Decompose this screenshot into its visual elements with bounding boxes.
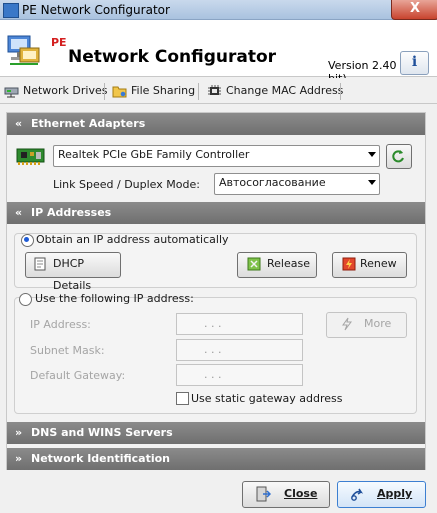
toolbar-divider xyxy=(340,83,341,100)
toolbar-divider xyxy=(198,83,199,100)
section-ip-addresses[interactable]: « IP Addresses xyxy=(7,202,425,224)
document-icon xyxy=(34,257,46,271)
toolbar-label: Change MAC Address xyxy=(226,84,344,97)
chevron-up-icon: « xyxy=(15,206,23,219)
info-icon: i xyxy=(411,54,418,70)
default-gateway-field[interactable]: . . . xyxy=(176,364,303,386)
door-exit-icon xyxy=(256,486,271,502)
toolbar-divider xyxy=(104,83,105,100)
chevron-down-icon xyxy=(368,152,376,157)
auto-ip-label: Obtain an IP address automatically xyxy=(36,233,229,246)
app-header: PE Network Configurator Version 2.40 (64… xyxy=(0,20,437,85)
folder-share-icon xyxy=(112,86,127,98)
toolbar-label: Network Drives xyxy=(23,84,108,97)
apply-link-icon xyxy=(351,488,364,501)
close-button[interactable]: Close xyxy=(242,481,330,508)
chevron-down-icon xyxy=(368,180,376,185)
auto-ip-radio[interactable] xyxy=(21,234,34,247)
info-button[interactable]: i xyxy=(400,51,429,75)
pe-prefix: PE xyxy=(51,36,67,49)
manual-ip-label: Use the following IP address: xyxy=(35,292,194,305)
toolbar-change-mac[interactable]: Change MAC Address xyxy=(207,81,343,101)
config-panel: « Ethernet Adapters Realtek PCIe GbE Fam… xyxy=(6,112,426,470)
lightning-icon xyxy=(342,317,352,331)
static-gateway-checkbox[interactable] xyxy=(176,392,189,405)
toolbar-network-drives[interactable]: Network Drives xyxy=(4,81,107,101)
more-button[interactable]: More xyxy=(326,312,407,338)
window-title: PE Network Configurator xyxy=(22,3,170,17)
mac-chip-icon xyxy=(208,85,221,95)
renew-button[interactable]: Renew xyxy=(332,252,407,278)
link-speed-select[interactable]: Автосогласование xyxy=(214,173,380,195)
default-gateway-label: Default Gateway: xyxy=(30,369,126,382)
subnet-mask-field[interactable]: . . . xyxy=(176,339,303,361)
link-speed-label: Link Speed / Duplex Mode: xyxy=(53,178,200,191)
app-icon xyxy=(3,3,19,18)
section-network-identification[interactable]: » Network Identification xyxy=(7,448,425,470)
renew-icon xyxy=(342,257,356,271)
network-logo-icon xyxy=(7,35,40,65)
static-gateway-label: Use static gateway address xyxy=(191,392,343,405)
toolbar-label: File Sharing xyxy=(131,84,196,97)
ip-address-field[interactable]: . . . xyxy=(176,313,303,335)
section-dns-wins[interactable]: » DNS and WINS Servers xyxy=(7,422,425,444)
network-card-icon xyxy=(16,148,45,165)
apply-button[interactable]: Apply xyxy=(337,481,426,508)
ip-address-label: IP Address: xyxy=(30,318,91,331)
adapter-select[interactable]: Realtek PCIe GbE Family Controller xyxy=(53,145,380,167)
toolbar-file-sharing[interactable]: File Sharing xyxy=(112,81,195,101)
chevron-down-icon: » xyxy=(15,426,23,439)
window-close-button[interactable]: X xyxy=(391,0,437,20)
chevron-up-icon: « xyxy=(15,117,23,130)
toolbar: Network Drives File Sharing Change MAC A… xyxy=(0,78,437,104)
manual-ip-radio[interactable] xyxy=(19,293,32,306)
dhcp-details-button[interactable]: DHCP Details xyxy=(25,252,121,292)
release-icon xyxy=(247,257,261,271)
network-drive-icon xyxy=(4,87,19,98)
section-ethernet-adapters[interactable]: « Ethernet Adapters xyxy=(7,113,425,135)
release-button[interactable]: Release xyxy=(237,252,317,278)
subnet-mask-label: Subnet Mask: xyxy=(30,344,105,357)
refresh-adapters-button[interactable] xyxy=(386,144,412,169)
title-bar: PE Network Configurator X xyxy=(0,0,437,20)
app-name: Network Configurator xyxy=(68,47,277,67)
chevron-down-icon: » xyxy=(15,452,23,465)
refresh-icon xyxy=(392,150,404,163)
